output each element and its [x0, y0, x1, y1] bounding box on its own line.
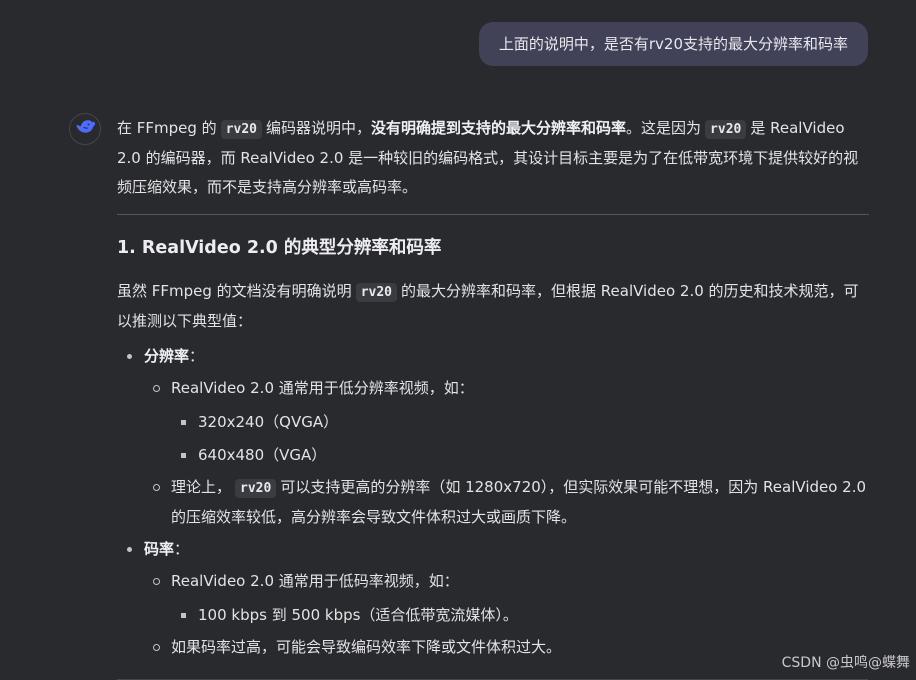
inline-code-rv20: rv20 [235, 479, 277, 498]
theory-text-1: 理论上， [171, 478, 232, 496]
list-item: 如果码率过高，可能会导致编码效率下降或文件体积过大。 [144, 633, 869, 662]
typical-values-list: 分辨率： RealVideo 2.0 通常用于低分辨率视频，如： 320x240… [117, 342, 869, 662]
list-item: 320x240（QVGA） [171, 407, 869, 437]
intro-text-1: 在 FFmpeg 的 [117, 119, 217, 137]
inline-code-rv20: rv20 [220, 120, 262, 139]
list-item-bitrate: 码率： RealVideo 2.0 通常用于低码率视频，如： 100 kbps … [117, 535, 869, 662]
assistant-avatar [69, 113, 101, 145]
watermark: CSDN @虫鸣@蝶舞 [781, 655, 910, 671]
inline-code-rv20: rv20 [705, 120, 747, 139]
resolution-label: 分辨率 [144, 347, 190, 365]
intro-text-2: 编码器说明中， [266, 119, 372, 137]
resolution-examples: 320x240（QVGA） 640x480（VGA） [171, 407, 869, 470]
list-item: RealVideo 2.0 通常用于低分辨率视频，如： 320x240（QVGA… [144, 374, 869, 470]
resolution-common-text: RealVideo 2.0 通常用于低分辨率视频，如： [171, 379, 474, 397]
bitrate-label: 码率 [144, 540, 175, 558]
bitrate-examples: 100 kbps 到 500 kbps（适合低带宽流媒体）。 [171, 600, 869, 630]
user-message-text: 上面的说明中，是否有rv20支持的最大分辨率和码率 [498, 35, 848, 53]
section-lead-paragraph: 虽然 FFmpeg 的文档没有明确说明 rv20 的最大分辨率和码率，但根据 Rea… [117, 277, 869, 336]
divider [117, 214, 869, 215]
chat-page: 上面的说明中，是否有rv20支持的最大分辨率和码率 在 FFmpeg 的 rv20… [0, 0, 916, 680]
label-colon: ： [174, 540, 190, 558]
list-item: 100 kbps 到 500 kbps（适合低带宽流媒体）。 [171, 600, 869, 630]
user-message-bubble: 上面的说明中，是否有rv20支持的最大分辨率和码率 [478, 22, 868, 66]
bitrate-common-text: RealVideo 2.0 通常用于低码率视频，如： [171, 572, 459, 590]
whale-logo-icon [74, 116, 96, 142]
list-item-resolution: 分辨率： RealVideo 2.0 通常用于低分辨率视频，如： 320x240… [117, 342, 869, 532]
list-item: 理论上， rv20 可以支持更高的分辨率（如 1280x720），但实际效果可能不理… [144, 473, 869, 532]
lead-text-1: 虽然 FFmpeg 的文档没有明确说明 [117, 282, 352, 300]
assistant-answer: 在 FFmpeg 的 rv20 编码器说明中，没有明确提到支持的最大分辨率和码率。这… [117, 114, 869, 665]
label-colon: ： [189, 347, 205, 365]
section-heading: 1. RealVideo 2.0 的典型分辨率和码率 [117, 238, 442, 258]
intro-text-3: 。这是因为 [626, 119, 702, 137]
resolution-sublist: RealVideo 2.0 通常用于低分辨率视频，如： 320x240（QVGA… [144, 374, 869, 532]
list-item: 640x480（VGA） [171, 440, 869, 470]
intro-bold-text: 没有明确提到支持的最大分辨率和码率 [371, 119, 627, 137]
list-item: RealVideo 2.0 通常用于低码率视频，如： 100 kbps 到 50… [144, 567, 869, 630]
inline-code-rv20: rv20 [355, 283, 397, 302]
intro-paragraph: 在 FFmpeg 的 rv20 编码器说明中，没有明确提到支持的最大分辨率和码率。这… [117, 114, 869, 202]
bitrate-sublist: RealVideo 2.0 通常用于低码率视频，如： 100 kbps 到 50… [144, 567, 869, 662]
